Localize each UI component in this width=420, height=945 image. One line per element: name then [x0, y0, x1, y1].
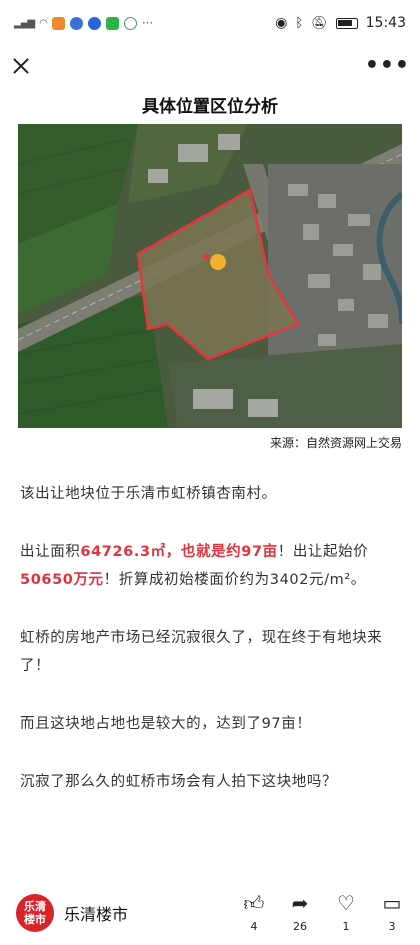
paragraph-size: 而且这块地占地也是较大的，达到了97亩！: [20, 716, 312, 732]
status-time: 15:43: [365, 15, 406, 31]
article-body: 具体位置区位分析 来源：自然资源网上交易 该出让地块位于乐清市虹桥镇杏南村。 出…: [0, 86, 420, 796]
signal-icon: ▂▄▆: [14, 17, 35, 29]
bluetooth-icon: ᛒ: [295, 15, 304, 31]
share-button[interactable]: ➦ 26: [288, 892, 312, 933]
highlight-price: 50650万元: [20, 572, 104, 588]
highlight-area: 64726.3㎡，也就是约97亩: [80, 544, 278, 560]
wifi-icon: ◠: [39, 17, 48, 29]
account-name[interactable]: 乐清楼市: [64, 901, 128, 925]
bottom-bar: 乐清楼市 乐清楼市 👍︎ 4 ➦ 26 ♡ 1 ▭ 3: [0, 880, 420, 945]
app-notification-icon: [105, 16, 119, 30]
account-logo[interactable]: 乐清楼市: [16, 893, 54, 932]
more-notifications-icon: ···: [141, 16, 154, 30]
mute-icon: 🔕︎: [311, 15, 328, 31]
share-count: 26: [293, 920, 307, 933]
comment-count: 3: [388, 920, 396, 933]
battery-icon: [335, 17, 358, 29]
thumbs-up-icon: 👍︎: [243, 891, 265, 915]
comment-icon: ▭: [382, 891, 402, 915]
close-icon[interactable]: [10, 55, 32, 77]
paragraph-area-price: 出让面积64726.3㎡，也就是约97亩！出让起始价50650万元！折算成初始楼…: [20, 544, 369, 588]
favorite-button[interactable]: ♡ 1: [334, 892, 358, 933]
comment-button[interactable]: ▭ 3: [380, 892, 404, 933]
eye-icon: ◉: [275, 15, 288, 31]
share-icon: ➦: [291, 891, 309, 915]
section-title: 具体位置区位分析: [142, 97, 278, 117]
like-button[interactable]: 👍︎ 4: [242, 892, 266, 933]
app-notification-icon: [51, 16, 65, 30]
satellite-map-graphic: [18, 124, 402, 428]
paragraph-location: 该出让地块位于乐清市虹桥镇杏南村。: [20, 486, 277, 502]
app-notification-icon: [69, 16, 83, 30]
status-bar: ▂▄▆ ◠ ··· ◉ ᛒ 🔕︎ 15:43: [0, 0, 420, 46]
map-caption: 来源：自然资源网上交易: [269, 436, 402, 450]
heart-icon: ♡: [337, 891, 355, 915]
paragraph-question: 沉寂了那么久的虹桥市场会有人拍下这块地吗？: [20, 774, 338, 790]
app-notification-icon: [87, 16, 101, 30]
like-count: 4: [250, 920, 258, 933]
more-options-icon[interactable]: •••: [365, 55, 410, 77]
nav-bar: •••: [0, 46, 420, 86]
app-notification-icon: [123, 16, 137, 30]
paragraph-market: 虹桥的房地产市场已经沉寂很久了，现在终于有地块来了！: [20, 630, 383, 674]
satellite-map-image[interactable]: [18, 124, 402, 428]
favorite-count: 1: [342, 920, 350, 933]
